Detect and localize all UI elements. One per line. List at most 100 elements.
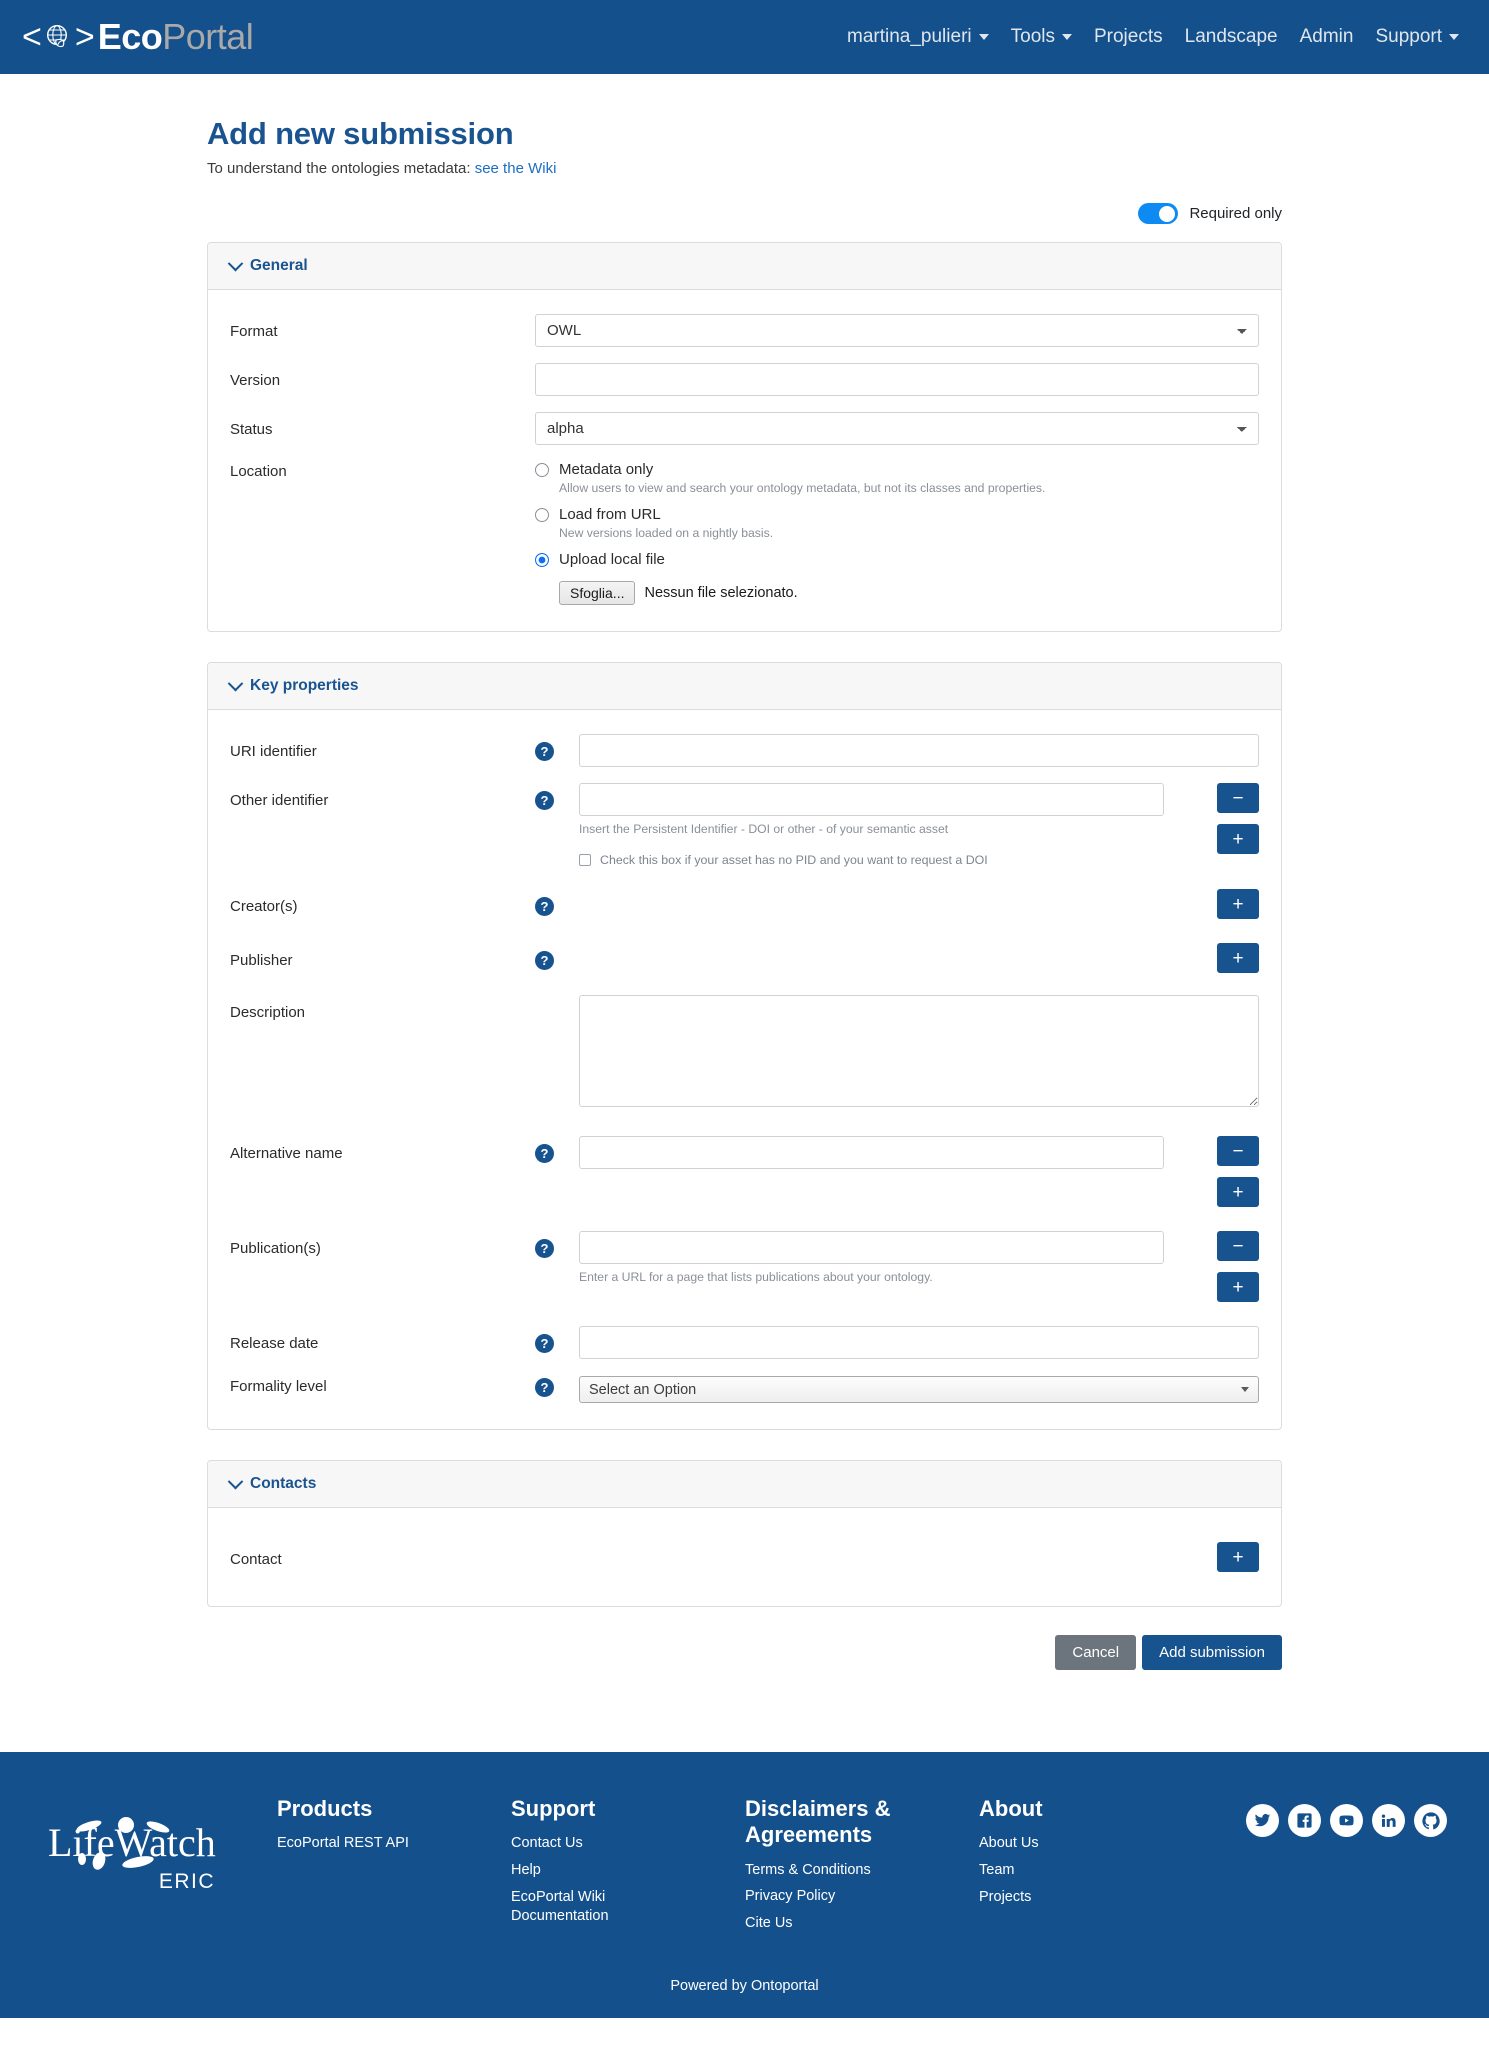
footer-link[interactable]: Contact Us <box>511 1834 701 1854</box>
add-creator-button[interactable]: + <box>1217 889 1259 919</box>
status-select[interactable]: alpha <box>535 412 1259 445</box>
general-section-header[interactable]: General <box>208 243 1281 290</box>
help-icon[interactable]: ? <box>535 1334 554 1353</box>
format-select[interactable]: OWL <box>535 314 1259 347</box>
footer-col-about: About About Us Team Projects <box>979 1796 1139 1914</box>
location-option-load-from-url[interactable]: Load from URL <box>535 506 1259 523</box>
nav-item-support[interactable]: Support <box>1375 26 1459 48</box>
format-row: Format OWL <box>230 314 1259 347</box>
alternative-name-input[interactable] <box>579 1136 1164 1169</box>
add-publication-button[interactable]: + <box>1217 1272 1259 1302</box>
formality-level-select[interactable]: Select an Option <box>579 1376 1259 1403</box>
location-row: Location Metadata only Allow users to vi… <box>230 461 1259 605</box>
creators-row: Creator(s) ? + <box>230 889 1259 919</box>
wiki-link[interactable]: see the Wiki <box>475 160 557 177</box>
add-other-identifier-button[interactable]: + <box>1217 824 1259 854</box>
linkedin-icon[interactable] <box>1372 1804 1405 1837</box>
status-row: Status alpha <box>230 412 1259 445</box>
footer-link[interactable]: Privacy Policy <box>745 1887 935 1907</box>
footer-col-title: Disclaimers & Agreements <box>745 1796 891 1848</box>
footer-link[interactable]: Terms & Conditions <box>745 1861 935 1881</box>
location-option-metadata-only[interactable]: Metadata only <box>535 461 1259 478</box>
top-navbar: < > EcoPortal martina_pulieri Tools Proj… <box>0 0 1489 74</box>
twitter-icon[interactable] <box>1246 1804 1279 1837</box>
contact-control: + <box>579 1542 1259 1572</box>
footer-link[interactable]: EcoPortal REST API <box>277 1834 467 1854</box>
facebook-icon[interactable] <box>1288 1804 1321 1837</box>
key-properties-section-header[interactable]: Key properties <box>208 663 1281 710</box>
formality-level-label: Formality level <box>230 1378 327 1395</box>
cancel-button[interactable]: Cancel <box>1055 1635 1137 1670</box>
form-actions: Cancel Add submission <box>207 1635 1282 1670</box>
uri-identifier-control <box>579 734 1259 767</box>
release-date-input[interactable] <box>579 1326 1259 1359</box>
description-textarea[interactable] <box>579 995 1259 1107</box>
bracket-right: > <box>74 18 95 56</box>
help-icon[interactable]: ? <box>535 897 554 916</box>
add-publisher-button[interactable]: + <box>1217 943 1259 973</box>
page-title: Add new submission <box>207 116 514 151</box>
browse-file-button[interactable]: Sfoglia... <box>559 581 636 605</box>
nav-item-landscape[interactable]: Landscape <box>1185 26 1278 48</box>
required-only-label: Required only <box>1189 205 1282 222</box>
footer-link[interactable]: Team <box>979 1861 1139 1881</box>
add-contact-button[interactable]: + <box>1217 1542 1259 1572</box>
help-icon[interactable]: ? <box>535 951 554 970</box>
request-doi-label: Check this box if your asset has no PID … <box>600 853 988 867</box>
remove-alternative-name-button[interactable]: − <box>1217 1136 1259 1166</box>
page-content: Add new submission To understand the ont… <box>0 74 1489 1710</box>
help-icon[interactable]: ? <box>535 1378 554 1397</box>
publications-control: Enter a URL for a page that lists public… <box>579 1231 1259 1302</box>
nav-item-tools[interactable]: Tools <box>1011 26 1072 48</box>
remove-other-identifier-button[interactable]: − <box>1217 783 1259 813</box>
chevron-down-icon <box>227 675 244 691</box>
contacts-section-header[interactable]: Contacts <box>208 1461 1281 1508</box>
publications-buttons: − + <box>1217 1231 1259 1302</box>
nav-item-label: martina_pulieri <box>847 26 972 47</box>
github-icon[interactable] <box>1414 1804 1447 1837</box>
version-input[interactable] <box>535 363 1259 396</box>
nav-item-admin[interactable]: Admin <box>1300 26 1354 48</box>
radio-icon[interactable] <box>535 462 549 477</box>
location-control: Metadata only Allow users to view and se… <box>535 461 1259 605</box>
contacts-section-title: Contacts <box>250 1475 317 1492</box>
help-icon[interactable]: ? <box>535 1239 554 1258</box>
remove-publication-button[interactable]: − <box>1217 1231 1259 1261</box>
nav-item-user-menu[interactable]: martina_pulieri <box>847 26 989 48</box>
add-alternative-name-button[interactable]: + <box>1217 1177 1259 1207</box>
publications-input[interactable] <box>579 1231 1164 1264</box>
help-icon[interactable]: ? <box>535 742 554 761</box>
brand-logo[interactable]: < > EcoPortal <box>22 18 254 56</box>
help-icon[interactable]: ? <box>535 1144 554 1163</box>
lifewatch-wordmark: LifeWatch <box>48 1820 216 1865</box>
add-submission-button[interactable]: Add submission <box>1142 1635 1282 1670</box>
nav-item-projects[interactable]: Projects <box>1094 26 1163 48</box>
request-doi-checkbox[interactable] <box>579 854 591 866</box>
creators-help: ? <box>535 889 579 916</box>
help-icon[interactable]: ? <box>535 791 554 810</box>
footer-link[interactable]: About Us <box>979 1834 1139 1854</box>
footer-link[interactable]: Help <box>511 1861 701 1881</box>
publications-hint: Enter a URL for a page that lists public… <box>579 1270 933 1284</box>
footer-col-title: Products <box>277 1796 373 1821</box>
release-date-label: Release date <box>230 1335 319 1352</box>
uri-identifier-input[interactable] <box>579 734 1259 767</box>
location-option-upload-local-file[interactable]: Upload local file <box>535 551 1259 568</box>
other-identifier-input[interactable] <box>579 783 1164 816</box>
nav-item-label: Projects <box>1093 26 1163 47</box>
page-subtitle: To understand the ontologies metadata: s… <box>207 160 1282 177</box>
request-doi-row[interactable]: Check this box if your asset has no PID … <box>579 853 1193 867</box>
file-upload-row: Sfoglia... Nessun file selezionato. <box>559 581 1259 605</box>
contact-help-spacer <box>535 1542 579 1550</box>
radio-icon[interactable] <box>535 507 549 522</box>
required-only-switch[interactable] <box>1138 203 1179 224</box>
description-help-spacer <box>535 995 579 1003</box>
radio-icon[interactable] <box>535 552 549 567</box>
youtube-icon[interactable] <box>1330 1804 1363 1837</box>
footer-link[interactable]: Cite Us <box>745 1914 935 1934</box>
general-section-body: Format OWL Version Status alpha Location… <box>208 290 1281 631</box>
footer-link[interactable]: Projects <box>979 1888 1139 1908</box>
footer-link[interactable]: EcoPortal Wiki Documentation <box>511 1888 701 1927</box>
nav-item-label: Tools <box>1010 26 1055 47</box>
subtitle-text: To understand the ontologies metadata: <box>207 160 471 177</box>
